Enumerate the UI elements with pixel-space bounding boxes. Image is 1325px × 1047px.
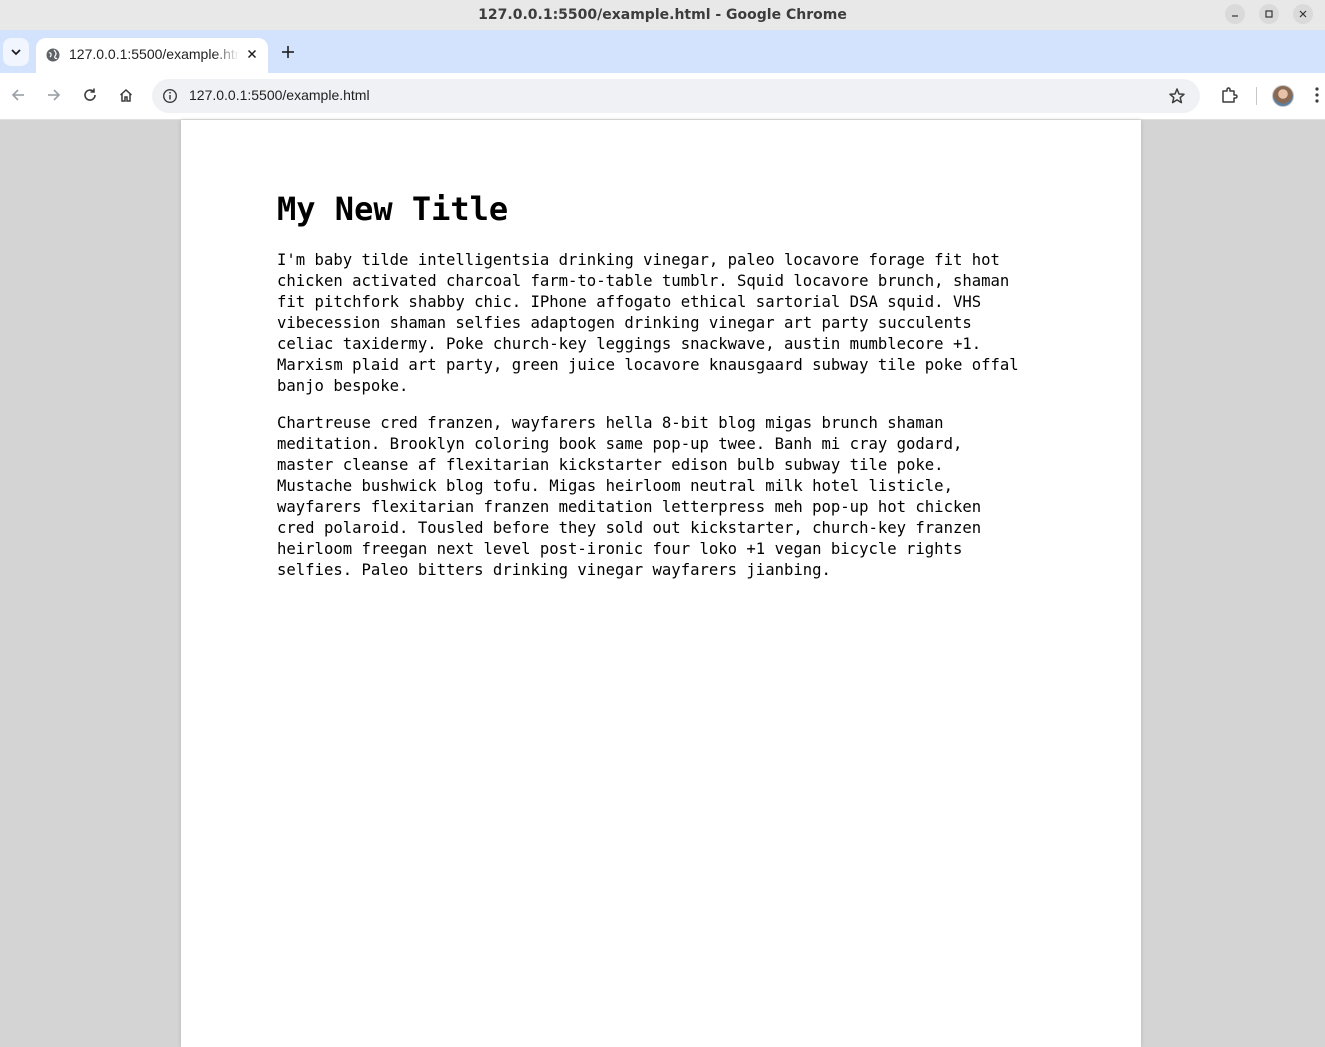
title-bar: 127.0.0.1:5500/example.html - Google Chr… bbox=[0, 0, 1325, 30]
tab-title: 127.0.0.1:5500/example.html bbox=[69, 46, 239, 62]
window-title: 127.0.0.1:5500/example.html - Google Chr… bbox=[478, 7, 847, 23]
address-bar[interactable]: 127.0.0.1:5500/example.html bbox=[152, 79, 1200, 113]
plus-icon bbox=[282, 46, 294, 58]
close-icon[interactable] bbox=[1293, 4, 1313, 24]
back-icon[interactable] bbox=[7, 84, 29, 106]
extensions-icon[interactable] bbox=[1218, 84, 1240, 106]
info-icon[interactable] bbox=[162, 88, 178, 104]
forward-icon[interactable] bbox=[43, 84, 65, 106]
chevron-down-icon bbox=[11, 49, 21, 56]
tab-active[interactable]: 127.0.0.1:5500/example.html bbox=[36, 38, 268, 73]
tab-strip: 127.0.0.1:5500/example.html bbox=[0, 30, 1325, 73]
star-icon[interactable] bbox=[1168, 87, 1186, 105]
tab-close-icon[interactable] bbox=[244, 46, 260, 62]
window-controls bbox=[1225, 4, 1313, 24]
toolbar-separator bbox=[1256, 87, 1257, 105]
globe-icon bbox=[46, 48, 60, 62]
tab-search-button[interactable] bbox=[3, 38, 29, 66]
paragraph-2: Chartreuse cred franzen, wayfarers hella… bbox=[277, 414, 982, 579]
browser-window: 127.0.0.1:5500/example.html - Google Chr… bbox=[0, 0, 1325, 1047]
reload-icon[interactable] bbox=[79, 84, 101, 106]
paragraph-1: I'm baby tilde intelligentsia drinking v… bbox=[277, 251, 1019, 395]
avatar[interactable] bbox=[1272, 85, 1294, 107]
home-icon[interactable] bbox=[115, 84, 137, 106]
minimize-icon[interactable] bbox=[1225, 4, 1245, 24]
menu-icon[interactable] bbox=[1306, 84, 1325, 106]
document-page: My New Title I'm baby tilde intelligents… bbox=[181, 120, 1141, 1047]
maximize-icon[interactable] bbox=[1259, 4, 1279, 24]
url-text[interactable]: 127.0.0.1:5500/example.html bbox=[189, 87, 370, 103]
toolbar: 127.0.0.1:5500/example.html bbox=[0, 73, 1325, 120]
page-viewport: My New Title I'm baby tilde intelligents… bbox=[0, 120, 1325, 1047]
new-tab-button[interactable] bbox=[278, 42, 298, 62]
page-title: My New Title bbox=[277, 190, 509, 228]
